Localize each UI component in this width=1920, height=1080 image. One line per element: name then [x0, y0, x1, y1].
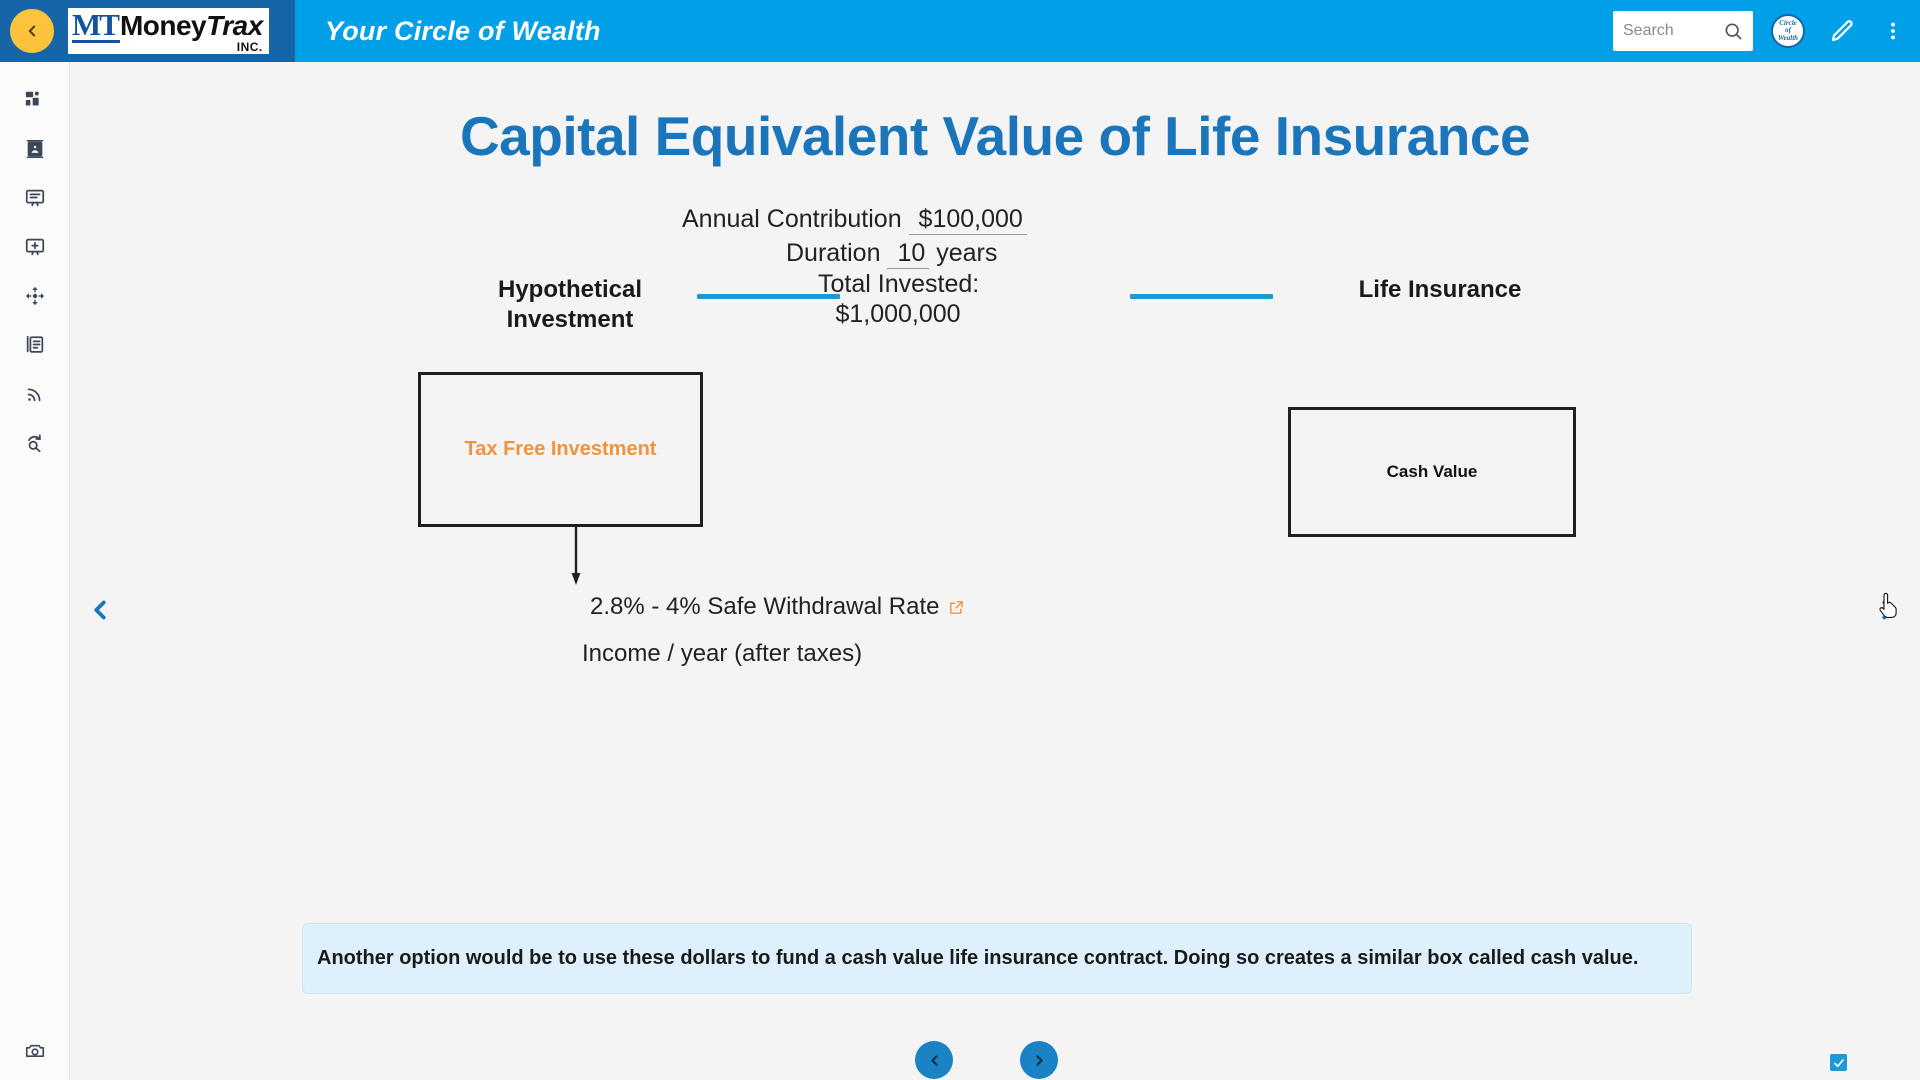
camera-icon [25, 1044, 45, 1058]
logo-money-text: Money [119, 10, 207, 41]
previous-slide-button[interactable] [915, 1041, 953, 1079]
rss-icon [27, 388, 41, 402]
duration-label: Duration [786, 239, 881, 267]
life-insurance-heading: Life Insurance [1358, 276, 1522, 303]
income-per-year-label: Income / year (after taxes) [582, 640, 863, 667]
total-invested-label: Total Invested: [818, 270, 980, 298]
app-root: MT Money Trax INC. Your Circle of Wealth… [0, 0, 1920, 1080]
move-icon [25, 286, 45, 306]
presentation-icon [25, 189, 45, 207]
header-actions: Circle of Wealth [1613, 11, 1920, 51]
cash-value-box[interactable]: Cash Value [1288, 407, 1576, 537]
sidebar-item-dashboard[interactable] [0, 76, 70, 124]
sidebar-item-contacts[interactable] [0, 125, 70, 173]
edge-previous-button[interactable] [80, 587, 120, 633]
page-title: Capital Equivalent Value of Life Insuran… [459, 105, 1531, 167]
left-sidebar [0, 62, 70, 1080]
sidebar-item-refresh[interactable] [0, 419, 70, 467]
cash-value-label: Cash Value [1386, 462, 1478, 481]
sidebar-item-move[interactable] [0, 272, 70, 320]
caption-box: Another option would be to use these dol… [302, 923, 1692, 994]
search-input[interactable] [1623, 22, 1723, 40]
moneytrax-logo[interactable]: MT Money Trax INC. [68, 8, 269, 54]
circle-of-wealth-badge[interactable]: Circle of Wealth [1771, 14, 1805, 48]
withdrawal-rate-row: 2.8% - 4% Safe Withdrawal Rate [590, 593, 965, 621]
hypothetical-investment-heading: Hypothetical Investment [497, 276, 643, 333]
app-header: MT Money Trax INC. Your Circle of Wealth… [0, 0, 1920, 62]
withdrawal-rate-label: 2.8% - 4% Safe Withdrawal Rate [590, 593, 940, 620]
caption-text: Another option would be to use these dol… [317, 947, 1639, 969]
edit-button[interactable] [1829, 18, 1856, 45]
edge-chevron-right-icon [1882, 600, 1894, 620]
add-screen-icon [25, 238, 45, 256]
slide-canvas: Capital Equivalent Value of Life Insuran… [70, 62, 1920, 1080]
back-chevron-icon [28, 25, 36, 37]
withdrawal-arrow-icon [571, 525, 581, 585]
pencil-icon [1831, 19, 1853, 41]
tax-free-investment-box[interactable]: Tax Free Investment [418, 372, 703, 527]
footer-checkbox[interactable] [1830, 1054, 1847, 1071]
refresh-search-icon [28, 434, 41, 453]
edge-chevron-left-icon [94, 600, 106, 620]
documents-icon [26, 335, 44, 353]
duration-row: Duration 10 years [786, 239, 998, 269]
total-invested-value: $1,000,000 [835, 300, 961, 328]
contact-card-icon [26, 140, 44, 158]
search-icon[interactable] [1723, 21, 1743, 41]
external-link-icon [949, 600, 963, 614]
annual-contribution-label: Annual Contribution [682, 205, 902, 233]
more-vertical-icon [1891, 22, 1895, 40]
back-button[interactable] [10, 9, 54, 53]
sidebar-item-presentation[interactable] [0, 174, 70, 222]
sidebar-item-add-screen[interactable] [0, 223, 70, 271]
badge-line-3: Wealth [1777, 33, 1799, 42]
duration-unit: years [936, 239, 998, 267]
sidebar-items [0, 62, 69, 467]
chevron-right-icon [1035, 1054, 1043, 1066]
next-slide-button[interactable] [1020, 1041, 1058, 1079]
logo-trax-text: Trax [206, 10, 263, 41]
logo-wordmark: MT Money Trax [72, 9, 263, 43]
tax-free-investment-label: Tax Free Investment [464, 438, 657, 460]
edge-next-button[interactable] [1868, 587, 1908, 633]
check-icon [1833, 1058, 1844, 1067]
external-link-button[interactable] [948, 599, 965, 616]
duration-value[interactable]: 10 [887, 239, 930, 269]
more-options-button[interactable] [1882, 17, 1904, 45]
sidebar-item-feed[interactable] [0, 370, 70, 418]
logo-monogram: MT [72, 7, 120, 43]
logo-inc-text: INC. [236, 40, 263, 54]
search-container[interactable] [1613, 11, 1753, 51]
connector-bar-left [697, 294, 840, 299]
brand-tagline: Your Circle of Wealth [325, 15, 601, 46]
dashboard-icon [25, 91, 39, 106]
header-brand-block: MT Money Trax INC. [0, 0, 295, 62]
snapshot-button[interactable] [0, 1040, 70, 1062]
connector-bar-right [1130, 294, 1273, 299]
chevron-left-icon [930, 1054, 938, 1066]
annual-contribution-row: Annual Contribution $100,000 [682, 205, 1027, 235]
sidebar-item-documents[interactable] [0, 321, 70, 369]
annual-contribution-value[interactable]: $100,000 [908, 205, 1027, 235]
